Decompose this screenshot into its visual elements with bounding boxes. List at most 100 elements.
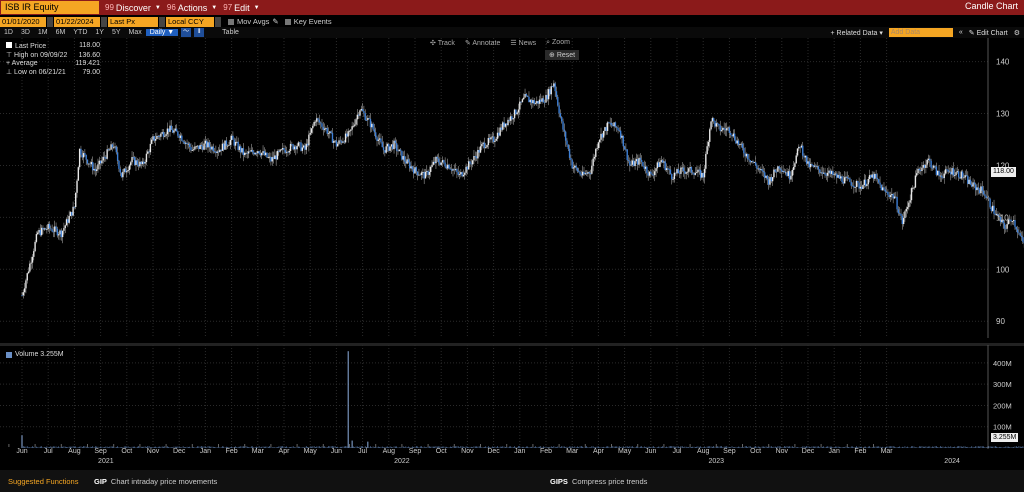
- candle-body: [372, 123, 374, 130]
- candle-body: [456, 169, 458, 172]
- candle-body: [492, 136, 495, 143]
- period-max[interactable]: Max: [125, 29, 146, 36]
- candle-body: [139, 161, 141, 167]
- actions-menu[interactable]: 96 Actions ▼: [167, 3, 217, 13]
- candle-body: [259, 153, 262, 156]
- candle-body: [616, 126, 618, 128]
- period-6m[interactable]: 6M: [52, 29, 70, 36]
- chart-type-icon[interactable]: 〜: [181, 28, 192, 37]
- end-date-dropdown[interactable]: [101, 16, 107, 27]
- frequency-select[interactable]: Daily ▼: [145, 29, 179, 36]
- candle-body: [51, 229, 53, 232]
- candle-body: [798, 146, 800, 149]
- edit-chart-button[interactable]: ✎ Edit Chart: [969, 29, 1008, 37]
- reset-button[interactable]: ⊕ Reset: [545, 50, 580, 60]
- candle-body: [661, 160, 664, 163]
- period-ytd[interactable]: YTD: [69, 29, 91, 36]
- candle-body: [363, 111, 365, 114]
- candle-body: [428, 171, 431, 175]
- candle-body: [601, 133, 604, 138]
- candle-body: [409, 162, 411, 169]
- period-3d[interactable]: 3D: [17, 29, 34, 36]
- function-link-gip[interactable]: GIP Chart intraday price movements: [94, 477, 550, 486]
- candle-body: [361, 108, 364, 112]
- candle-body: [21, 295, 23, 297]
- ticker-field[interactable]: ISB IR Equity: [1, 1, 99, 14]
- table-button[interactable]: Table: [218, 29, 243, 36]
- bar-type-icon[interactable]: ⫴: [194, 28, 205, 37]
- candle-body: [34, 241, 36, 252]
- candle-body: [820, 172, 822, 174]
- candle-body: [69, 212, 72, 217]
- candle-body: [546, 94, 549, 100]
- currency-select[interactable]: Local CCY: [166, 16, 214, 27]
- mov-avgs-toggle[interactable]: Mov Avgs ✎: [228, 17, 279, 26]
- candle-body: [688, 168, 690, 172]
- candle-body: [809, 163, 812, 168]
- candle-body: [365, 120, 368, 121]
- start-date-field[interactable]: 01/01/2020: [0, 16, 46, 27]
- field-select[interactable]: Last Px: [108, 16, 158, 27]
- candle-body: [33, 251, 35, 257]
- candle-body: [559, 113, 562, 117]
- candle-body: [712, 118, 715, 121]
- candle-body: [165, 134, 167, 136]
- candle-body: [923, 165, 926, 168]
- candle-body: [847, 178, 850, 180]
- candle-body: [258, 151, 260, 154]
- start-date-dropdown[interactable]: [47, 16, 53, 27]
- candle-body: [481, 144, 483, 147]
- candle-body: [916, 173, 918, 176]
- candle-body: [698, 169, 700, 171]
- track-tool[interactable]: ✣ Track: [430, 39, 455, 47]
- collapse-icon[interactable]: «: [959, 29, 963, 36]
- candle-body: [314, 121, 317, 123]
- candle-body: [802, 145, 804, 156]
- period-1m[interactable]: 1M: [34, 29, 52, 36]
- function-link-gips[interactable]: GIPS Compress price trends: [550, 477, 647, 486]
- field-dropdown[interactable]: [159, 16, 165, 27]
- candle-body: [344, 133, 347, 143]
- month-tick-label: Jan: [514, 448, 525, 455]
- candle-body: [157, 135, 159, 137]
- candle-body: [213, 151, 216, 152]
- candle-body: [219, 149, 221, 153]
- annotate-tool[interactable]: ✎ Annotate: [465, 39, 500, 47]
- candle-body: [454, 169, 457, 170]
- candle-body: [154, 139, 157, 141]
- related-data-button[interactable]: + Related Data ▾: [831, 29, 883, 37]
- candle-body: [644, 166, 647, 169]
- edit-menu[interactable]: 97 Edit ▼: [223, 3, 259, 13]
- add-data-input[interactable]: Add Data: [888, 28, 953, 37]
- candle-body: [369, 118, 372, 128]
- key-events-toggle[interactable]: Key Events: [284, 17, 332, 26]
- settings-gear-icon[interactable]: ⚙: [1014, 29, 1020, 37]
- candle-body: [792, 166, 795, 170]
- volume-bars: [21, 351, 1024, 448]
- price-chart[interactable]: 90100110120130140: [0, 38, 1024, 343]
- end-date-field[interactable]: 01/22/2024: [54, 16, 100, 27]
- candle-body: [963, 177, 965, 179]
- price-legend: Last Price 118.00 ⊤ High on 09/09/22 136.6…: [6, 42, 100, 77]
- discover-menu[interactable]: 99 Discover ▼: [105, 3, 161, 13]
- zoom-tool[interactable]: ⌕ Zoom: [546, 39, 570, 47]
- candle-body: [430, 166, 432, 172]
- candle-body: [327, 133, 330, 135]
- candle-body: [35, 234, 38, 242]
- period-5y[interactable]: 5Y: [108, 29, 125, 36]
- period-1y[interactable]: 1Y: [91, 29, 108, 36]
- candle-body: [65, 219, 68, 226]
- candle-body: [777, 166, 779, 172]
- candle-body: [416, 171, 419, 176]
- volume-chart[interactable]: 400M 300M 200M 100M: [0, 345, 1024, 453]
- candle-body: [743, 148, 745, 154]
- candle-body: [817, 166, 820, 170]
- candle-body: [849, 178, 851, 182]
- candle-body: [516, 112, 518, 115]
- period-1d[interactable]: 1D: [0, 29, 17, 36]
- currency-dropdown[interactable]: [215, 16, 221, 27]
- candle-body: [748, 159, 750, 161]
- news-tool[interactable]: ☰ News: [510, 39, 536, 47]
- candle-body: [465, 166, 467, 173]
- candle-body: [954, 175, 956, 176]
